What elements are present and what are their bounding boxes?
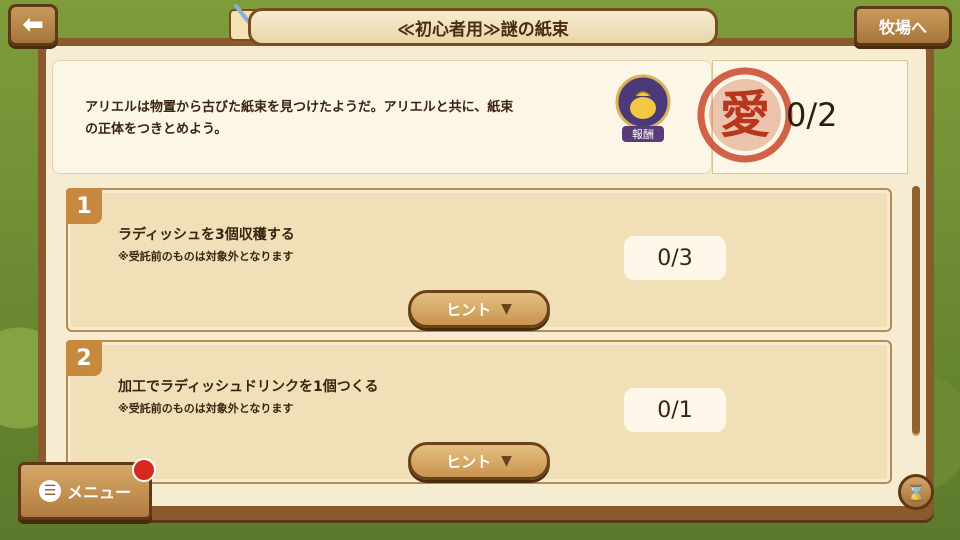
- back-button[interactable]: ⬅: [8, 4, 58, 46]
- task-panel: 2 加工でラディッシュドリンクを1個つくる ※受託前のものは対象外となります 0…: [66, 340, 892, 484]
- task-number: 1: [66, 188, 102, 224]
- task-title: 加工でラディッシュドリンクを1個つくる: [118, 379, 379, 395]
- hint-label: ヒント: [446, 452, 492, 471]
- description-line-1: アリエルは物置から古びた紙束を見つけたようだ。アリエルと共に、紙束: [85, 100, 514, 115]
- reward-bag-icon[interactable]: 報酬: [614, 74, 672, 144]
- task-title: ラディッシュを3個収穫する: [118, 227, 295, 243]
- love-stamp: 愛: [697, 67, 793, 163]
- hint-button[interactable]: ヒント ▼: [408, 290, 550, 328]
- task-progress: 0/3: [624, 236, 726, 280]
- triangle-down-icon: ▼: [501, 301, 512, 317]
- title-text: ≪初心者用≫謎の紙束: [397, 19, 569, 40]
- scroll-thumb[interactable]: [912, 186, 920, 434]
- hint-label: ヒント: [446, 300, 492, 319]
- task-note: ※受託前のものは対象外となります: [118, 402, 294, 415]
- scrollbar[interactable]: [912, 186, 920, 436]
- hourglass-icon: ⌛: [906, 482, 926, 502]
- hint-button[interactable]: ヒント ▼: [408, 442, 550, 480]
- menu-icon: ☰: [38, 480, 61, 502]
- ranch-button-label: 牧場へ: [878, 18, 927, 37]
- menu-label: メニュー: [66, 483, 131, 502]
- quest-description: アリエルは物置から古びた紙束を見つけたようだ。アリエルと共に、紙束 の正体をつき…: [85, 97, 615, 141]
- scroll-top-button[interactable]: ⌛: [898, 474, 934, 510]
- task-note: ※受託前のものは対象外となります: [118, 250, 294, 263]
- triangle-down-icon: ▼: [501, 453, 512, 469]
- back-arrow-icon: ⬅: [22, 10, 44, 40]
- stamp-char: 愛: [720, 85, 770, 144]
- task-number: 2: [66, 340, 102, 376]
- page-title: ≪初心者用≫謎の紙束: [248, 8, 718, 46]
- notification-badge: [132, 458, 156, 482]
- ranch-button[interactable]: 牧場へ: [854, 6, 952, 46]
- description-line-2: の正体をつきとめよう。: [85, 122, 228, 137]
- reward-count: 0/2: [786, 96, 838, 134]
- task-progress: 0/1: [624, 388, 726, 432]
- quest-description-card: アリエルは物置から古びた紙束を見つけたようだ。アリエルと共に、紙束 の正体をつき…: [52, 60, 712, 174]
- task-panel: 1 ラディッシュを3個収穫する ※受託前のものは対象外となります 0/3 ヒント…: [66, 188, 892, 332]
- reward-label: 報酬: [632, 128, 654, 141]
